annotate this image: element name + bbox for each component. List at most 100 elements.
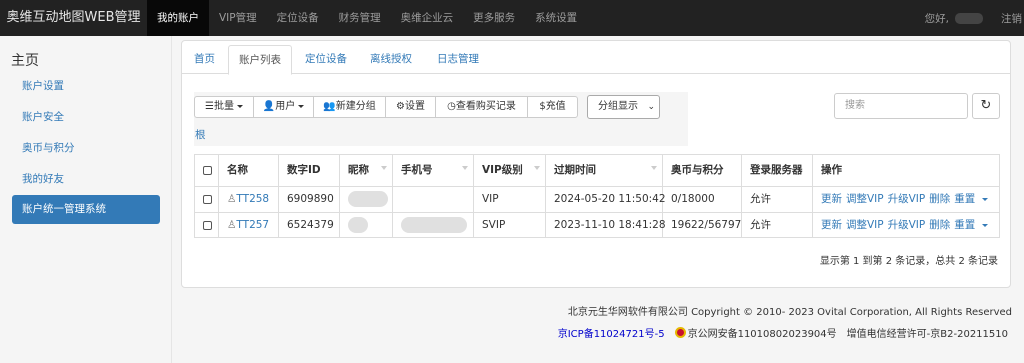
settings-button[interactable]: ⚙设置 bbox=[385, 96, 436, 118]
adjust-vip-link[interactable]: 调整VIP bbox=[846, 219, 884, 231]
footer-licenses: 京ICP备11024721号-5 京公网安备11010802023904号 增值… bbox=[558, 325, 1008, 340]
row-checkbox-cell bbox=[195, 187, 219, 212]
telecom-license: 增值电信经营许可-京B2-20211510 bbox=[846, 329, 1008, 340]
nav-system-settings[interactable]: 系统设置 bbox=[525, 0, 587, 36]
footer-copyright: 北京元生华网软件有限公司 Copyright © 2010- 2023 Ovit… bbox=[567, 307, 1012, 318]
redacted-value bbox=[401, 217, 467, 233]
cell-coins-points: 0/18000 bbox=[663, 187, 742, 212]
nav-vip[interactable]: VIP管理 bbox=[209, 0, 267, 36]
caret-down-icon bbox=[982, 223, 989, 227]
list-icon: ☰ bbox=[205, 101, 214, 112]
col-vip-level[interactable]: VIP级别 bbox=[474, 155, 546, 186]
tab-home[interactable]: 首页 bbox=[184, 45, 225, 74]
row-checkbox[interactable] bbox=[203, 220, 212, 230]
chevron-down-icon: ⌄ bbox=[647, 102, 655, 112]
sidebar-item-unified-management[interactable]: 账户统一管理系统 bbox=[12, 195, 160, 224]
refresh-icon: ↻ bbox=[980, 98, 992, 113]
user-button[interactable]: 👤用户 bbox=[253, 96, 314, 118]
main-panel: 首页 账户列表 定位设备 离线授权 日志管理 ☰批量 👤用户 👥新建分组 ⚙设置… bbox=[181, 40, 1011, 288]
cell-digital-id: 6909890 bbox=[279, 187, 340, 212]
update-link[interactable]: 更新 bbox=[821, 193, 842, 205]
username-redacted bbox=[955, 12, 983, 24]
redacted-value bbox=[348, 217, 368, 233]
col-expire-time[interactable]: 过期时间 bbox=[546, 155, 663, 186]
sidebar-title: 主页 bbox=[11, 53, 39, 69]
nav-my-account[interactable]: 我的账户 bbox=[147, 0, 209, 36]
row-checkbox[interactable] bbox=[203, 194, 212, 204]
sidebar-item-coins-points[interactable]: 奥币与积分 bbox=[12, 134, 160, 163]
account-name-link[interactable]: TT258 bbox=[236, 193, 269, 205]
cell-vip-level: SVIP bbox=[474, 213, 546, 238]
icp-link[interactable]: 京ICP备11024721号-5 bbox=[558, 325, 665, 340]
upgrade-vip-link[interactable]: 升级VIP bbox=[888, 219, 926, 231]
select-all-checkbox[interactable] bbox=[203, 165, 212, 175]
cell-actions: 更新 调整VIP 升级VIP 删除 重置 bbox=[813, 187, 999, 212]
group-display-select[interactable]: 分组显示 ⌄ bbox=[587, 95, 660, 119]
col-coins-points[interactable]: 奥币与积分 bbox=[663, 155, 742, 186]
sidebar-item-account-settings[interactable]: 账户设置 bbox=[12, 72, 160, 101]
tab-account-list[interactable]: 账户列表 bbox=[228, 45, 292, 75]
users-icon: 👥 bbox=[323, 101, 336, 112]
upgrade-vip-link[interactable]: 升级VIP bbox=[888, 193, 926, 205]
cell-nickname bbox=[340, 213, 393, 238]
cell-expire-time: 2024-05-20 11:50:42 bbox=[546, 187, 666, 212]
tab-offline-auth[interactable]: 离线授权 bbox=[360, 45, 422, 74]
root-breadcrumb[interactable]: 根 bbox=[195, 127, 206, 142]
police-record[interactable]: 京公网安备11010802023904号 bbox=[688, 325, 837, 340]
tab-logs[interactable]: 日志管理 bbox=[427, 45, 489, 74]
col-digital-id[interactable]: 数字ID bbox=[279, 155, 340, 186]
cell-actions: 更新 调整VIP 升级VIP 删除 重置 bbox=[813, 213, 999, 238]
caret-down-icon bbox=[236, 104, 243, 108]
col-login-server[interactable]: 登录服务器 bbox=[742, 155, 813, 186]
greeting: 您好, bbox=[924, 12, 949, 25]
brand-title[interactable]: 奥维互动地图WEB管理 bbox=[0, 0, 147, 36]
nav-more-services[interactable]: 更多服务 bbox=[463, 0, 525, 36]
user-icon: 👤 bbox=[262, 101, 276, 112]
update-link[interactable]: 更新 bbox=[821, 219, 842, 231]
refresh-button[interactable]: ↻ bbox=[972, 93, 1000, 119]
reset-link[interactable]: 重置 bbox=[954, 219, 992, 231]
user-icon: ♙ bbox=[227, 193, 237, 205]
clock-icon: ◷ bbox=[447, 101, 456, 112]
row-checkbox-cell bbox=[195, 213, 219, 238]
new-group-button[interactable]: 👥新建分组 bbox=[313, 96, 386, 118]
cell-login-server: 允许 bbox=[742, 213, 813, 238]
cell-digital-id: 6524379 bbox=[279, 213, 340, 238]
nav-finance[interactable]: 财务管理 bbox=[329, 0, 391, 36]
tab-devices[interactable]: 定位设备 bbox=[295, 45, 357, 74]
cell-name: ♙TT257 bbox=[219, 213, 279, 238]
col-nickname[interactable]: 昵称 bbox=[340, 155, 393, 186]
batch-button[interactable]: ☰批量 bbox=[194, 96, 254, 118]
logout-link[interactable]: 注销 bbox=[1001, 11, 1022, 26]
search-input[interactable]: 搜索 bbox=[834, 93, 968, 119]
cell-phone bbox=[393, 213, 474, 238]
top-navbar: 奥维互动地图WEB管理 我的账户 VIP管理 定位设备 财务管理 奥维企业云 更… bbox=[0, 0, 1024, 36]
reset-link[interactable]: 重置 bbox=[954, 193, 992, 205]
col-actions: 操作 bbox=[813, 155, 999, 186]
tab-bar: 首页 账户列表 定位设备 离线授权 日志管理 bbox=[182, 45, 1010, 75]
sidebar: 主页 账户设置 账户安全 奥币与积分 我的好友 账户统一管理系统 bbox=[0, 36, 172, 363]
col-name[interactable]: 名称 bbox=[219, 155, 279, 186]
adjust-vip-link[interactable]: 调整VIP bbox=[846, 193, 884, 205]
col-phone[interactable]: 手机号 bbox=[393, 155, 474, 186]
purchase-records-button[interactable]: ◷查看购买记录 bbox=[435, 96, 528, 118]
nav-enterprise-cloud[interactable]: 奥维企业云 bbox=[391, 0, 464, 36]
account-name-link[interactable]: TT257 bbox=[236, 219, 269, 231]
sidebar-item-account-security[interactable]: 账户安全 bbox=[12, 103, 160, 132]
nav-devices[interactable]: 定位设备 bbox=[267, 0, 329, 36]
caret-down-icon bbox=[982, 197, 989, 201]
cell-expire-time: 2023-11-10 18:41:28 bbox=[546, 213, 666, 238]
cell-phone bbox=[393, 187, 474, 212]
account-table: 名称 数字ID 昵称 手机号 VIP级别 过期时间 奥币与积分 登录服务器 操作… bbox=[194, 154, 1000, 238]
delete-link[interactable]: 删除 bbox=[929, 193, 950, 205]
delete-link[interactable]: 删除 bbox=[929, 219, 950, 231]
table-row: ♙TT258 6909890 VIP 2024-05-20 11:50:42 0… bbox=[195, 186, 999, 212]
cell-name: ♙TT258 bbox=[219, 187, 279, 212]
select-all-header bbox=[195, 155, 219, 186]
recharge-button[interactable]: $充值 bbox=[527, 96, 578, 118]
caret-down-icon bbox=[298, 104, 305, 108]
cell-login-server: 允许 bbox=[742, 187, 813, 212]
redacted-value bbox=[348, 191, 388, 207]
user-icon: ♙ bbox=[227, 219, 237, 231]
sidebar-item-friends[interactable]: 我的好友 bbox=[12, 165, 160, 194]
